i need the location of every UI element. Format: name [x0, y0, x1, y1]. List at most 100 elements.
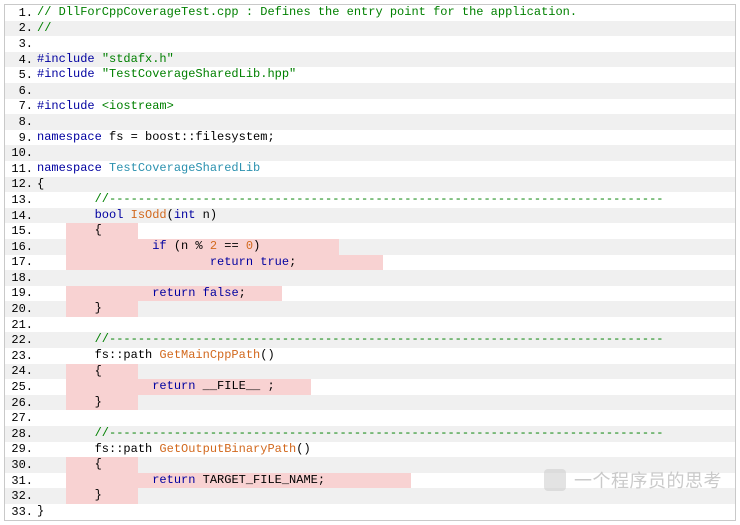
code-content	[37, 270, 735, 286]
code-token: IsOdd	[131, 208, 167, 222]
code-line-row: 9.namespace fs = boost::filesystem;	[5, 130, 735, 146]
code-content: return __FILE__ ;	[37, 379, 735, 395]
code-token: (	[167, 208, 174, 222]
code-content: fs::path GetOutputBinaryPath()	[37, 442, 735, 458]
code-cell: }	[37, 301, 735, 317]
line-number: 1.	[5, 5, 37, 21]
code-cell: //--------------------------------------…	[37, 332, 735, 348]
code-token: )	[253, 239, 260, 253]
code-token: {	[37, 223, 102, 237]
code-token: {	[37, 177, 44, 191]
line-number: 10.	[5, 145, 37, 161]
line-number: 30.	[5, 457, 37, 473]
code-line-row: 21.	[5, 317, 735, 333]
code-content	[37, 317, 735, 333]
code-token: "TestCoverageSharedLib.hpp"	[102, 67, 296, 81]
code-content: #include <iostream>	[37, 99, 735, 115]
code-line-row: 5.#include "TestCoverageSharedLib.hpp"	[5, 67, 735, 83]
code-cell: namespace fs = boost::filesystem;	[37, 130, 735, 146]
line-number: 15.	[5, 223, 37, 239]
line-number: 11.	[5, 161, 37, 177]
code-cell: {	[37, 223, 735, 239]
line-number: 19.	[5, 286, 37, 302]
code-content	[37, 36, 735, 52]
code-line-row: 22. //----------------------------------…	[5, 332, 735, 348]
code-cell: }	[37, 488, 735, 504]
code-token: }	[37, 488, 102, 502]
code-cell: //	[37, 21, 735, 37]
line-number: 29.	[5, 442, 37, 458]
code-token: return	[152, 379, 195, 393]
code-token: fs::path	[37, 348, 159, 362]
code-content: }	[37, 504, 735, 520]
code-token	[37, 208, 95, 222]
line-number: 25.	[5, 379, 37, 395]
code-content: // DllForCppCoverageTest.cpp : Defines t…	[37, 5, 735, 21]
code-token	[123, 208, 130, 222]
code-cell	[37, 317, 735, 333]
code-token: {	[37, 457, 102, 471]
line-number: 27.	[5, 410, 37, 426]
code-cell: if (n % 2 == 0)	[37, 239, 735, 255]
code-line-row: 14. bool IsOdd(int n)	[5, 208, 735, 224]
code-token	[37, 379, 152, 393]
code-cell: #include "TestCoverageSharedLib.hpp"	[37, 67, 735, 83]
code-cell: return true;	[37, 255, 735, 271]
code-viewer-frame: 1.// DllForCppCoverageTest.cpp : Defines…	[4, 4, 736, 521]
code-token: // DllForCppCoverageTest.cpp : Defines t…	[37, 5, 577, 19]
code-token: #include	[37, 99, 102, 113]
code-cell: fs::path GetMainCppPath()	[37, 348, 735, 364]
line-number: 17.	[5, 255, 37, 271]
code-line-row: 10.	[5, 145, 735, 161]
code-token: ;	[289, 255, 296, 269]
code-line-row: 32. }	[5, 488, 735, 504]
code-token: return	[152, 473, 195, 487]
code-line-row: 6.	[5, 83, 735, 99]
code-content: {	[37, 457, 735, 473]
code-token: ()	[296, 442, 310, 456]
code-token	[37, 239, 152, 253]
line-number: 31.	[5, 473, 37, 489]
code-line-row: 20. }	[5, 301, 735, 317]
code-cell: //--------------------------------------…	[37, 426, 735, 442]
code-line-row: 24. {	[5, 364, 735, 380]
code-token	[37, 192, 95, 206]
code-line-row: 11.namespace TestCoverageSharedLib	[5, 161, 735, 177]
line-number: 5.	[5, 67, 37, 83]
code-content	[37, 114, 735, 130]
code-cell: {	[37, 177, 735, 193]
code-cell: return __FILE__ ;	[37, 379, 735, 395]
code-cell: return TARGET_FILE_NAME;	[37, 473, 735, 489]
code-token: //--------------------------------------…	[95, 192, 664, 206]
code-token: //--------------------------------------…	[95, 426, 664, 440]
line-number: 21.	[5, 317, 37, 333]
code-token: return	[210, 255, 253, 269]
code-token: }	[37, 504, 44, 518]
code-cell: {	[37, 364, 735, 380]
code-content: {	[37, 223, 735, 239]
code-token: (n %	[167, 239, 210, 253]
code-table: 1.// DllForCppCoverageTest.cpp : Defines…	[5, 5, 735, 520]
code-content: }	[37, 488, 735, 504]
code-content: //--------------------------------------…	[37, 192, 735, 208]
code-line-row: 2.//	[5, 21, 735, 37]
code-cell: {	[37, 457, 735, 473]
code-token: //	[37, 21, 51, 35]
code-token	[102, 161, 109, 175]
line-number: 24.	[5, 364, 37, 380]
code-token: {	[37, 364, 102, 378]
code-token: 2	[210, 239, 217, 253]
code-content: //--------------------------------------…	[37, 332, 735, 348]
line-number: 8.	[5, 114, 37, 130]
code-cell: //--------------------------------------…	[37, 192, 735, 208]
line-number: 4.	[5, 52, 37, 68]
code-line-row: 16. if (n % 2 == 0)	[5, 239, 735, 255]
code-token: fs::path	[37, 442, 159, 456]
code-line-row: 3.	[5, 36, 735, 52]
code-content: return TARGET_FILE_NAME;	[37, 473, 735, 489]
line-number: 16.	[5, 239, 37, 255]
code-line-row: 17. return true;	[5, 255, 735, 271]
code-token	[37, 426, 95, 440]
code-line-row: 23. fs::path GetMainCppPath()	[5, 348, 735, 364]
code-line-row: 4.#include "stdafx.h"	[5, 52, 735, 68]
